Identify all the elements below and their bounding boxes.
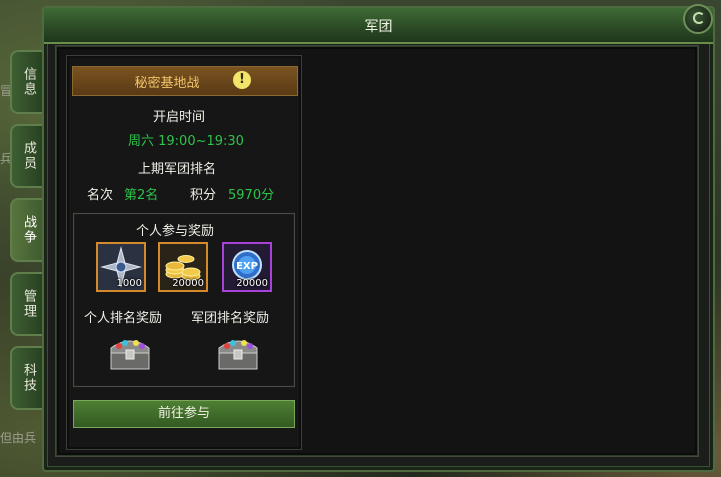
join-button[interactable]: 前往参与 [73,400,295,428]
tab-tech[interactable]: 科技 [10,346,44,410]
reward-item-shuriken[interactable]: 1000 [96,242,146,292]
last-rank-label: 上期军团排名 [138,162,217,177]
tab-tech-label: 科技 [21,363,36,393]
tab-info-label: 信息 [21,67,36,97]
tab-war[interactable]: 战争 [10,198,44,262]
open-time-value: 周六 19:00~19:30 [128,134,244,149]
tab-members[interactable]: 成员 [10,124,44,188]
tab-manage-label: 管理 [21,289,36,319]
treasure-chest-icon[interactable] [107,332,153,372]
rank-value: 第2名 [124,188,159,203]
tab-war-label: 战争 [21,215,36,245]
panel-header: 秘密基地战 ! [72,66,298,96]
info-icon[interactable]: ! [233,71,251,89]
treasure-chest-icon[interactable] [215,332,261,372]
personal-rank-reward-label: 个人排名奖励 [84,311,163,326]
points-value: 5970分 [228,188,275,203]
points-label: 积分 [190,188,217,203]
rank-label: 名次 [87,188,114,203]
reward-item-qty: 20000 [236,278,268,289]
personal-reward-title: 个人参与奖励 [136,224,215,239]
exp-orb-label: EXP [236,261,258,272]
background-text-left-3: 但由兵 [0,431,37,445]
open-time-label: 开启时间 [153,110,206,125]
window-titlebar: 军团 [44,8,713,44]
close-button[interactable] [683,4,713,34]
tab-info[interactable]: 信息 [10,50,44,114]
reward-item-qty: 20000 [172,278,204,289]
secret-base-war-panel: 秘密基地战 ! 开启时间 周六 19:00~19:30 上期军团排名 名次 第2… [66,55,302,450]
reward-item-qty: 1000 [116,278,142,289]
reward-item-exp[interactable]: EXP 20000 [222,242,272,292]
tab-manage[interactable]: 管理 [10,272,44,336]
window-title: 军团 [364,19,393,35]
tab-members-label: 成员 [21,141,36,171]
team-rank-reward-label: 军团排名奖励 [191,311,270,326]
reward-box: 个人参与奖励 1000 20000 EXP 20000 个人排名奖励 军团排名奖… [73,213,295,387]
reward-item-gold[interactable]: 20000 [158,242,208,292]
